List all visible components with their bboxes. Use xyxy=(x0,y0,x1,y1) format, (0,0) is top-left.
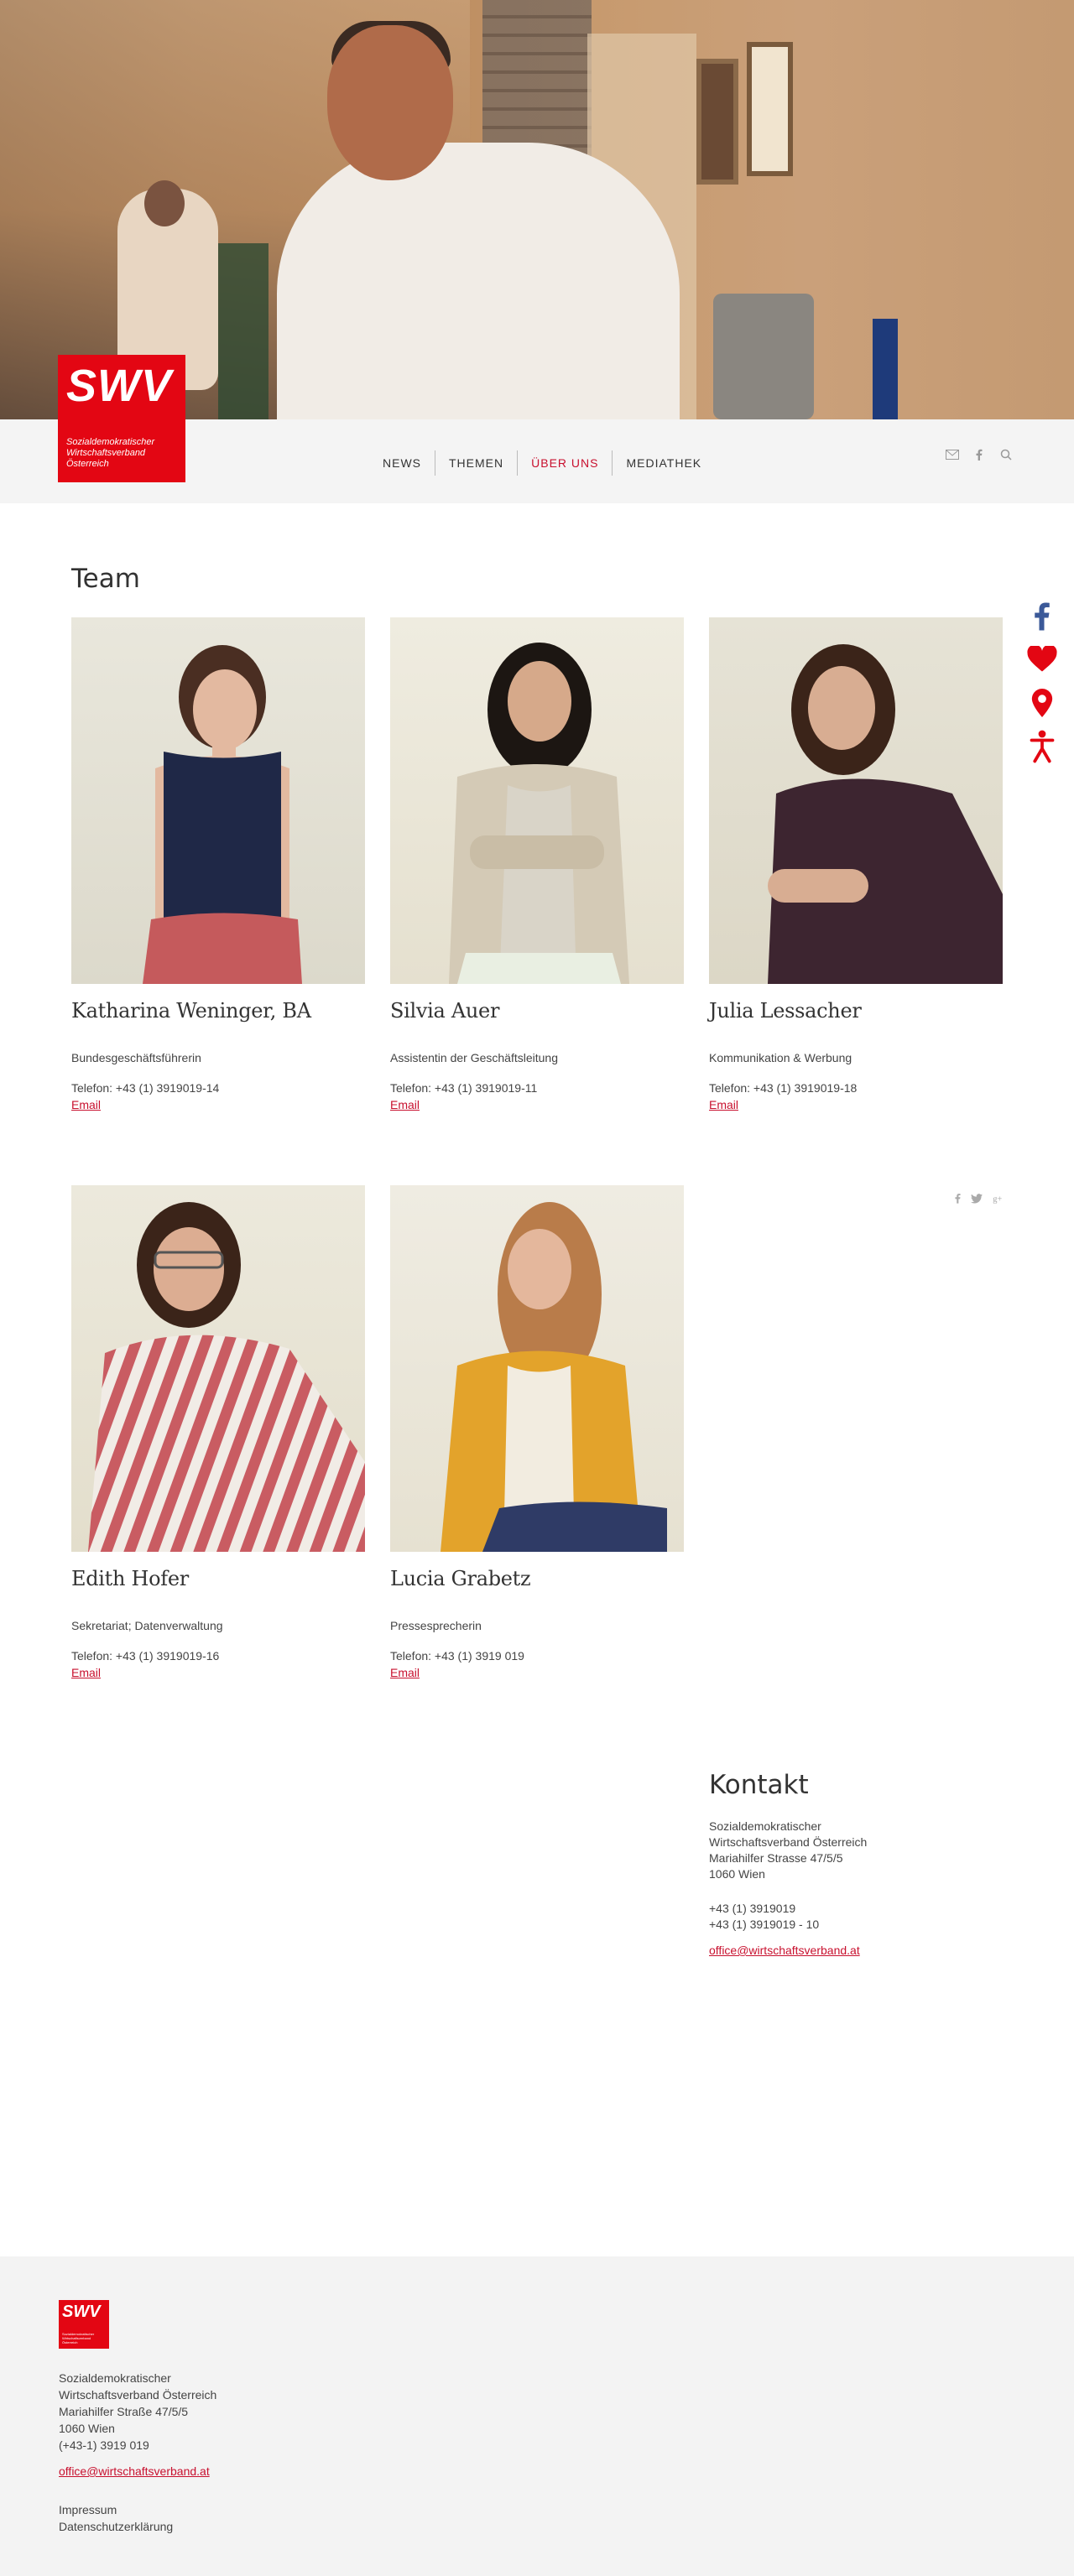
footer-address: Sozialdemokratischer Wirtschaftsverband … xyxy=(59,2371,217,2452)
member-phone: Telefon: +43 (1) 3919019-18 xyxy=(709,1081,858,1095)
team-card: Silvia Auer Assistentin der Geschäftslei… xyxy=(390,617,684,1113)
nav-item-news[interactable]: NEWS xyxy=(369,450,435,476)
member-phone: Telefon: +43 (1) 3919 019 xyxy=(390,1649,524,1663)
member-name: Lucia Grabetz xyxy=(390,1567,531,1590)
member-role: Bundesgeschäftsführerin xyxy=(71,1051,201,1064)
facebook-icon[interactable] xyxy=(972,447,987,462)
member-phone: Telefon: +43 (1) 3919019-16 xyxy=(71,1649,220,1663)
search-icon[interactable] xyxy=(998,447,1014,462)
member-name: Edith Hofer xyxy=(71,1567,189,1590)
member-photo xyxy=(71,617,365,984)
logo-subtitle: Sozialdemokratischer Wirtschaftsverband … xyxy=(66,437,155,469)
member-name: Julia Lessacher xyxy=(709,999,862,1023)
kontakt-section: Kontakt Sozialdemokratischer Wirtschafts… xyxy=(709,1770,961,1959)
member-name: Katharina Weninger, BA xyxy=(71,999,311,1023)
footer-link-impressum[interactable]: Impressum xyxy=(59,2501,173,2518)
member-phone: Telefon: +43 (1) 3919019-11 xyxy=(390,1081,538,1095)
location-pin-icon[interactable] xyxy=(1025,687,1059,719)
team-card: Julia Lessacher Kommunikation & Werbung … xyxy=(709,617,1003,1113)
member-role: Sekretariat; Datenverwaltung xyxy=(71,1619,223,1632)
mail-icon[interactable] xyxy=(945,447,960,462)
facebook-icon[interactable] xyxy=(1025,600,1059,632)
side-social-bar xyxy=(1025,600,1059,763)
twitter-icon[interactable] xyxy=(971,1193,983,1206)
kontakt-title: Kontakt xyxy=(709,1770,809,1800)
nav-item-mediathek[interactable]: MEDIATHEK xyxy=(612,450,715,476)
footer-link-datenschutz[interactable]: Datenschutzerklärung xyxy=(59,2518,173,2535)
footer: SWV Sozialdemokratischer Wirtschaftsverb… xyxy=(0,2256,1074,2576)
team-title: Team xyxy=(71,564,140,594)
nav-item-themen[interactable]: THEMEN xyxy=(435,450,517,476)
member-name: Silvia Auer xyxy=(390,999,500,1023)
member-email-link[interactable]: Email xyxy=(390,1098,420,1111)
kontakt-phones: +43 (1) 3919019 +43 (1) 3919019 - 10 xyxy=(709,1902,820,1931)
member-email-link[interactable]: Email xyxy=(709,1098,738,1111)
team-card: Edith Hofer Sekretariat; Datenverwaltung… xyxy=(71,1185,365,1681)
facebook-icon[interactable] xyxy=(955,1193,961,1206)
member-role: Kommunikation & Werbung xyxy=(709,1051,852,1064)
team-card: Lucia Grabetz Pressesprecherin Telefon: … xyxy=(390,1185,684,1681)
team-card: Katharina Weninger, BA Bundesgeschäftsfü… xyxy=(71,617,365,1113)
member-email-link[interactable]: Email xyxy=(71,1666,101,1679)
member-email-link[interactable]: Email xyxy=(71,1098,101,1111)
member-email-link[interactable]: Email xyxy=(390,1666,420,1679)
share-icons: g+ xyxy=(955,1193,1006,1206)
accessibility-icon[interactable] xyxy=(1025,730,1059,763)
main-nav: NEWS THEMEN ÜBER UNS MEDIATHEK xyxy=(369,450,715,476)
logo-mark: SWV xyxy=(66,361,173,411)
footer-links: Impressum Datenschutzerklärung xyxy=(59,2501,173,2535)
footer-logo[interactable]: SWV Sozialdemokratischer Wirtschaftsverb… xyxy=(59,2300,109,2349)
google-plus-icon[interactable]: g+ xyxy=(993,1193,1006,1206)
member-photo xyxy=(390,617,684,984)
nav-item-ueber-uns[interactable]: ÜBER UNS xyxy=(517,450,612,476)
footer-email-link[interactable]: office@wirtschaftsverband.at xyxy=(59,2464,210,2478)
svg-text:g+: g+ xyxy=(993,1194,1002,1204)
member-photo xyxy=(71,1185,365,1552)
member-role: Pressesprecherin xyxy=(390,1619,482,1632)
swv-logo[interactable]: SWV Sozialdemokratischer Wirtschaftsverb… xyxy=(58,355,185,482)
kontakt-address: Sozialdemokratischer Wirtschaftsverband … xyxy=(709,1819,868,1881)
member-role: Assistentin der Geschäftsleitung xyxy=(390,1051,558,1064)
heart-icon[interactable] xyxy=(1025,643,1059,675)
nav-icons xyxy=(945,447,1014,462)
kontakt-email-link[interactable]: office@wirtschaftsverband.at xyxy=(709,1944,860,1957)
member-phone: Telefon: +43 (1) 3919019-14 xyxy=(71,1081,220,1095)
member-photo xyxy=(709,617,1003,984)
member-photo xyxy=(390,1185,684,1552)
